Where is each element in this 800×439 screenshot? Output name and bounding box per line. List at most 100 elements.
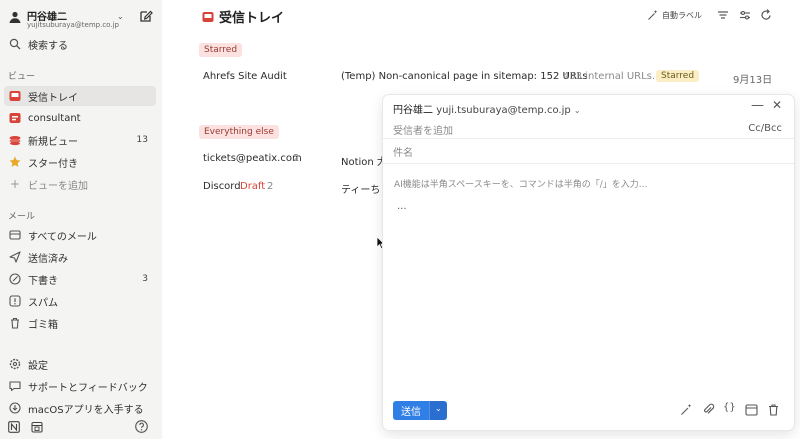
attachment-icon[interactable] — [702, 403, 715, 416]
sidebar-bottom-toolbar — [8, 419, 153, 435]
compose-window: 円谷雄二 yuji.tsuburaya@temp.co.jp ⌄ — ✕ 受信者… — [383, 95, 794, 430]
sidebar-item-label: ゴミ箱 — [28, 319, 58, 331]
magic-wand-icon — [648, 10, 658, 20]
sliders-icon[interactable] — [738, 8, 752, 22]
sidebar-item-label: 送信済み — [28, 253, 68, 265]
send-options-chevron-icon[interactable]: ⌄ — [429, 401, 447, 420]
filter-icon[interactable] — [716, 8, 730, 22]
sidebar-item-label: consultant — [28, 112, 81, 124]
subject-field[interactable]: 件名 — [393, 144, 413, 159]
account-email: yujitsuburaya@temp.co.jp — [27, 21, 119, 29]
sidebar-item-consultant[interactable]: consultant — [4, 108, 156, 128]
sidebar-item-sent[interactable]: 送信済み — [4, 247, 156, 267]
sidebar: 円谷雄二 yujitsuburaya@temp.co.jp ⌄ 検索する ビュー… — [0, 0, 162, 439]
refresh-icon[interactable] — [759, 8, 773, 22]
sidebar-item-macos-app[interactable]: macOSアプリを入手する — [4, 398, 156, 418]
starred-badge: Starred — [656, 70, 700, 82]
sidebar-item-label: スター付き — [28, 158, 78, 170]
draft-label: Draft — [240, 181, 266, 192]
sidebar-item-support[interactable]: サポートとフィードバック — [4, 376, 156, 396]
stack-icon — [9, 136, 21, 146]
star-icon — [9, 156, 21, 167]
compose-icon[interactable] — [139, 9, 153, 23]
account-switcher[interactable]: 円谷雄二 yujitsuburaya@temp.co.jp ⌄ — [8, 6, 158, 32]
calendar-icon[interactable] — [31, 421, 43, 433]
send-button-group: 送信 ⌄ — [393, 401, 447, 420]
from-selector[interactable]: 円谷雄二 yuji.tsuburaya@temp.co.jp ⌄ — [393, 101, 581, 116]
thread-count: 2 — [293, 153, 300, 164]
section-starred: Starred — [199, 43, 243, 57]
email-date: 9月13日 — [733, 75, 773, 86]
template-braces-icon[interactable]: {} — [723, 402, 736, 415]
inbox-icon — [202, 11, 214, 22]
search-button[interactable]: 検索する — [4, 34, 156, 54]
email-sender: tickets@peatix.com — [203, 153, 302, 164]
sidebar-item-new-view[interactable]: 新規ビュー 13 — [4, 130, 156, 150]
chat-bubble-icon — [9, 381, 21, 392]
sidebar-item-label: macOSアプリを入手する — [28, 404, 144, 416]
section-everything-else: Everything else — [199, 125, 279, 139]
email-subject: Notion 大 — [341, 157, 387, 168]
inbox-icon — [9, 91, 21, 101]
body-editor[interactable]: AI機能は半角スペースキーを、コマンドは半角の「/」を入力... — [394, 177, 647, 190]
trash-icon[interactable] — [767, 403, 780, 416]
sidebar-item-starred[interactable]: スター付き — [4, 152, 156, 172]
auto-label-button[interactable]: 自動ラベル — [647, 9, 702, 21]
sidebar-item-label: 設定 — [28, 360, 48, 372]
sidebar-item-label: 新規ビュー — [28, 136, 78, 148]
magic-wand-icon[interactable] — [680, 403, 693, 416]
from-name: 円谷雄二 — [393, 105, 433, 116]
minimize-icon[interactable]: — — [751, 98, 764, 113]
email-subject: ティーち — [341, 185, 381, 196]
sidebar-item-inbox[interactable]: 受信トレイ — [4, 86, 156, 106]
divider — [383, 163, 794, 164]
list-item[interactable]: Ahrefs Site Audit (Temp) Non-canonical p… — [202, 70, 782, 89]
auto-label-text: 自動ラベル — [662, 10, 702, 20]
sidebar-item-label: サポートとフィードバック — [28, 382, 148, 394]
gear-icon — [9, 358, 21, 370]
close-icon[interactable]: ✕ — [772, 98, 782, 112]
search-label: 検索する — [28, 40, 68, 52]
email-sender: Discord — [203, 181, 241, 192]
plus-icon: + — [9, 177, 21, 191]
cc-bcc-button[interactable]: Cc/Bcc — [748, 123, 782, 134]
person-icon — [9, 11, 21, 23]
sidebar-item-label: すべてのメール — [28, 231, 97, 243]
sidebar-item-label: 受信トレイ — [28, 92, 78, 104]
sidebar-item-all-mail[interactable]: すべてのメール — [4, 225, 156, 245]
divider — [383, 138, 794, 139]
recipients-field[interactable]: 受信者を追加 — [393, 122, 453, 137]
email-subject: (Temp) Non-canonical page in sitemap: 15… — [341, 71, 588, 82]
sidebar-item-label: 下書き — [28, 275, 58, 287]
sidebar-item-trash[interactable]: ゴミ箱 — [4, 313, 156, 333]
sidebar-item-spam[interactable]: スパム — [4, 291, 156, 311]
sidebar-item-drafts[interactable]: 下書き 3 — [4, 269, 156, 289]
email-sender: Ahrefs Site Audit — [203, 71, 287, 82]
sidebar-item-settings[interactable]: 設定 — [4, 354, 156, 374]
sidebar-item-label: スパム — [28, 297, 58, 309]
email-preview: 433 internal URLs... — [563, 71, 662, 82]
send-button[interactable]: 送信 — [393, 401, 429, 420]
trash-icon — [11, 317, 19, 329]
mail-heading: メール — [8, 212, 36, 222]
add-view-button[interactable]: + ビューを追加 — [4, 174, 156, 194]
notion-icon[interactable] — [8, 421, 20, 433]
page-title-text: 受信トレイ — [219, 11, 285, 26]
view-icon — [9, 113, 21, 123]
help-icon[interactable] — [135, 420, 148, 433]
chevron-down-icon[interactable]: ⌄ — [117, 12, 124, 21]
download-icon — [9, 402, 21, 414]
draft-icon — [9, 273, 21, 285]
from-email: yuji.tsuburaya@temp.co.jp — [436, 105, 571, 116]
archive-icon — [9, 230, 21, 240]
sidebar-item-count: 13 — [136, 135, 148, 145]
calendar-icon[interactable] — [745, 403, 758, 416]
quoted-text-toggle[interactable]: ... — [397, 201, 407, 212]
page-title: 受信トレイ — [202, 7, 284, 26]
search-icon — [9, 38, 21, 50]
chevron-down-icon: ⌄ — [573, 106, 581, 115]
thread-count: 2 — [267, 181, 274, 192]
sidebar-item-label: ビューを追加 — [28, 180, 88, 192]
sidebar-item-count: 3 — [142, 274, 148, 284]
send-icon — [9, 251, 21, 263]
